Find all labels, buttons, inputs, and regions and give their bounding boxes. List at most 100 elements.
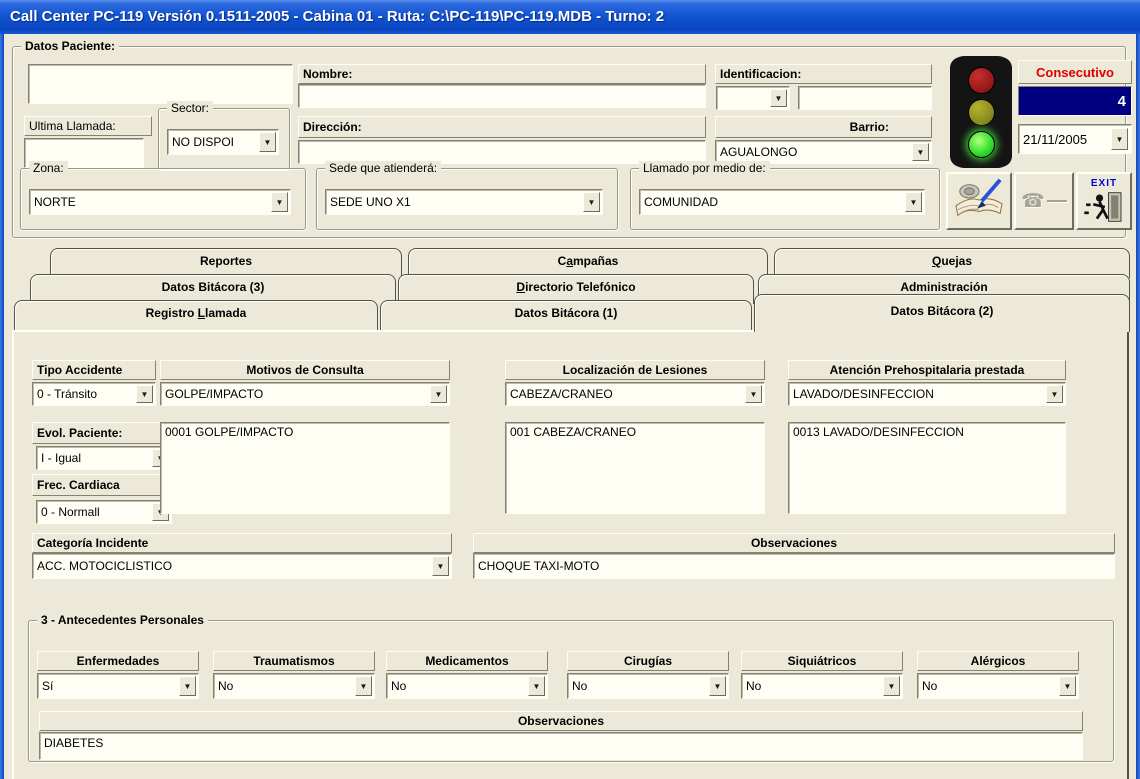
tipo-accidente-value: 0 - Tránsito: [37, 387, 97, 401]
motivos-listbox[interactable]: 0001 GOLPE/IMPACTO: [160, 422, 450, 514]
sector-legend: Sector:: [167, 101, 213, 115]
chevron-down-icon[interactable]: ▼: [430, 385, 447, 403]
evol-paciente-value: I - Igual: [41, 451, 81, 465]
tipo-accidente-combo[interactable]: 0 - Tránsito ▼: [32, 382, 156, 406]
medicamentos-value: No: [391, 679, 406, 693]
nombre-label: Nombre:: [298, 64, 706, 84]
nombre-input[interactable]: [298, 84, 706, 108]
chevron-down-icon[interactable]: ▼: [770, 89, 787, 107]
tab-datos-bitacora-2-active[interactable]: Datos Bitácora (2): [754, 294, 1130, 332]
sede-group: Sede que atienderá: SEDE UNO X1 ▼: [316, 168, 618, 230]
identificacion-input[interactable]: [798, 86, 932, 110]
window-border-right: [1136, 34, 1140, 779]
chevron-down-icon[interactable]: ▼: [709, 676, 726, 696]
evol-paciente-combo[interactable]: I - Igual ▼: [36, 446, 172, 470]
localizacion-lesiones-combo[interactable]: CABEZA/CRANEO ▼: [505, 382, 765, 406]
alergicos-value: No: [922, 679, 937, 693]
motivos-consulta-value: GOLPE/IMPACTO: [165, 387, 263, 401]
ultima-llamada-label: Ultima Llamada:: [24, 116, 152, 136]
tab-page-datos-bitacora-2: Tipo Accidente Motivos de Consulta Local…: [12, 330, 1129, 779]
traffic-light-green: [968, 131, 995, 158]
tab-registro-llamada[interactable]: Registro Llamada: [14, 300, 378, 332]
chevron-down-icon[interactable]: ▼: [883, 676, 900, 696]
chevron-down-icon[interactable]: ▼: [745, 385, 762, 403]
identificacion-tipo-combo[interactable]: ▼: [716, 86, 790, 110]
categoria-incidente-combo[interactable]: ACC. MOTOCICLISTICO ▼: [32, 553, 452, 579]
exit-button[interactable]: EXIT: [1076, 172, 1132, 230]
fecha-combo[interactable]: 21/11/2005 ▼: [1018, 124, 1132, 154]
zona-group: Zona: NORTE ▼: [20, 168, 306, 230]
siquiatricos-combo[interactable]: No ▼: [741, 673, 903, 699]
antecedentes-observaciones-input[interactable]: DIABETES: [39, 732, 1083, 760]
llamado-group: Llamado por medio de: COMUNIDAD ▼: [630, 168, 940, 230]
frec-cardiaca-label: Frec. Cardiaca: [32, 474, 172, 496]
chevron-down-icon[interactable]: ▼: [1111, 128, 1128, 150]
llamado-legend: Llamado por medio de:: [639, 161, 770, 175]
call-button-disabled[interactable]: ☎: [1014, 172, 1074, 230]
medicamentos-label: Medicamentos: [386, 651, 548, 671]
localizacion-listbox[interactable]: 001 CABEZA/CRANEO: [505, 422, 765, 514]
llamado-combo[interactable]: COMUNIDAD ▼: [639, 189, 925, 215]
consecutivo-label: Consecutivo: [1018, 60, 1132, 84]
phone-line-icon: [1047, 200, 1067, 202]
atencion-prehospitalaria-value: LAVADO/DESINFECCION: [793, 387, 934, 401]
observaciones-label: Observaciones: [473, 533, 1115, 553]
localizacion-lesiones-value: CABEZA/CRANEO: [510, 387, 613, 401]
antecedentes-group: 3 - Antecedentes Personales Enfermedades…: [28, 620, 1114, 762]
alergicos-combo[interactable]: No ▼: [917, 673, 1079, 699]
medicamentos-combo[interactable]: No ▼: [386, 673, 548, 699]
traumatismos-value: No: [218, 679, 233, 693]
tipo-accidente-label: Tipo Accidente: [32, 360, 156, 380]
save-record-button[interactable]: [946, 172, 1012, 230]
chevron-down-icon[interactable]: ▼: [912, 143, 929, 161]
chevron-down-icon[interactable]: ▼: [271, 192, 288, 212]
chevron-down-icon[interactable]: ▼: [179, 676, 196, 696]
llamado-value: COMUNIDAD: [644, 195, 718, 209]
traffic-light-yellow: [968, 99, 995, 126]
patient-info-box[interactable]: [28, 64, 293, 104]
chevron-down-icon[interactable]: ▼: [583, 192, 600, 212]
chevron-down-icon[interactable]: ▼: [905, 192, 922, 212]
enfermedades-combo[interactable]: Sí ▼: [37, 673, 199, 699]
zona-combo[interactable]: NORTE ▼: [29, 189, 291, 215]
antecedentes-title: 3 - Antecedentes Personales: [37, 613, 208, 627]
datos-paciente-legend: Datos Paciente:: [21, 39, 119, 53]
atencion-prehospitalaria-combo[interactable]: LAVADO/DESINFECCION ▼: [788, 382, 1066, 406]
chevron-down-icon[interactable]: ▼: [432, 556, 449, 576]
cirugias-combo[interactable]: No ▼: [567, 673, 729, 699]
frec-cardiaca-combo[interactable]: 0 - Normall ▼: [36, 500, 172, 524]
chevron-down-icon[interactable]: ▼: [259, 132, 276, 152]
atencion-listbox[interactable]: 0013 LAVADO/DESINFECCION: [788, 422, 1066, 514]
window-border-left: [0, 34, 4, 779]
exit-label: EXIT: [1091, 178, 1117, 189]
titlebar[interactable]: Call Center PC-119 Versión 0.1511-2005 -…: [0, 0, 1140, 34]
motivos-consulta-combo[interactable]: GOLPE/IMPACTO ▼: [160, 382, 450, 406]
siquiatricos-label: Siquiátricos: [741, 651, 903, 671]
fecha-value: 21/11/2005: [1023, 132, 1087, 147]
traumatismos-combo[interactable]: No ▼: [213, 673, 375, 699]
categoria-incidente-label: Categoría Incidente: [32, 533, 452, 553]
chevron-down-icon[interactable]: ▼: [528, 676, 545, 696]
observaciones-input[interactable]: CHOQUE TAXI-MOTO: [473, 553, 1115, 579]
cirugias-value: No: [572, 679, 587, 693]
chevron-down-icon[interactable]: ▼: [355, 676, 372, 696]
localizacion-lesiones-label: Localización de Lesiones: [505, 360, 765, 380]
antecedentes-observaciones-label: Observaciones: [39, 711, 1083, 731]
evol-paciente-label: Evol. Paciente:: [32, 422, 172, 444]
app-window: Call Center PC-119 Versión 0.1511-2005 -…: [0, 0, 1140, 779]
chevron-down-icon[interactable]: ▼: [136, 385, 153, 403]
direccion-label: Dirección:: [298, 116, 706, 138]
sede-combo[interactable]: SEDE UNO X1 ▼: [325, 189, 603, 215]
exit-running-man-icon: [1084, 190, 1124, 224]
sector-group: Sector: NO DISPOI ▼: [158, 108, 290, 170]
identificacion-label: Identificacion:: [715, 64, 932, 84]
enfermedades-value: Sí: [42, 679, 53, 693]
siquiatricos-value: No: [746, 679, 761, 693]
tab-datos-bitacora-1[interactable]: Datos Bitácora (1): [380, 300, 752, 332]
chevron-down-icon[interactable]: ▼: [1059, 676, 1076, 696]
sede-legend: Sede que atienderá:: [325, 161, 441, 175]
barrio-value: AGUALONGO: [720, 145, 797, 159]
chevron-down-icon[interactable]: ▼: [1046, 385, 1063, 403]
sede-value: SEDE UNO X1: [330, 195, 411, 209]
sector-combo[interactable]: NO DISPOI ▼: [167, 129, 279, 155]
